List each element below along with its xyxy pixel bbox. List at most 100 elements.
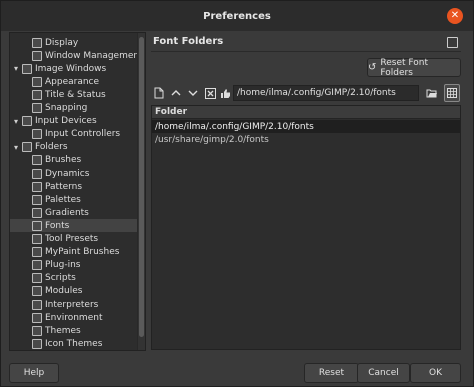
patterns-icon [32, 181, 42, 192]
new-folder-icon [154, 87, 164, 99]
tree-item-label: Patterns [45, 181, 83, 192]
tree-item-brushes[interactable]: Brushes [10, 154, 138, 167]
input-devices-icon [22, 116, 32, 127]
close-button[interactable]: ✕ [447, 8, 463, 24]
tree-item-label: Scripts [45, 273, 76, 284]
move-down-icon [188, 90, 198, 96]
tree-item-interpreters[interactable]: Interpreters [10, 298, 138, 311]
appearance-icon [32, 76, 42, 87]
window-management-icon [32, 50, 42, 61]
reset-button[interactable]: Reset [304, 363, 359, 383]
tree-item-label: Title & Status [45, 89, 106, 100]
tree-item-folders[interactable]: ▾ Folders [10, 141, 138, 154]
tree-item-label: Input Controllers [45, 129, 121, 140]
tree-scrollbar[interactable] [137, 33, 145, 350]
tree-item-icon-themes[interactable]: Icon Themes [10, 337, 138, 350]
list-item[interactable]: /usr/share/gimp/2.0/fonts [152, 133, 460, 146]
folder-column-header[interactable]: Folder [152, 106, 460, 119]
tree-item-label: Input Devices [35, 116, 97, 127]
tree-item-mypaint-brushes[interactable]: MyPaint Brushes [10, 246, 138, 259]
folder-list[interactable]: Folder /home/ilma/.config/GIMP/2.10/font… [151, 105, 461, 350]
tree-item-label: Interpreters [45, 299, 99, 310]
plug-ins-icon [32, 260, 42, 271]
grid-view-button[interactable] [444, 84, 460, 102]
page-title: Font Folders [153, 36, 224, 47]
folder-path-text: /home/ilma/.config/GIMP/2.10/fonts [155, 121, 314, 132]
tree-item-label: Snapping [45, 103, 88, 113]
tree-item-display[interactable]: Display [10, 36, 138, 49]
tool-presets-icon [32, 234, 42, 244]
tree-item-plug-ins[interactable]: Plug-ins [10, 259, 138, 272]
tree-item-label: Folders [35, 142, 68, 153]
folder-column-header-label: Folder [155, 107, 188, 117]
tree-item-input-controllers[interactable]: Input Controllers [10, 128, 138, 141]
preferences-window: Preferences ✕ Display Window Management ▾ I… [0, 0, 474, 387]
tree-item-snapping[interactable]: Snapping [10, 102, 138, 115]
reset-label: Reset [318, 368, 345, 378]
list-item[interactable]: /home/ilma/.config/GIMP/2.10/fonts [152, 120, 460, 133]
tree-item-label: Modules [45, 286, 83, 297]
delete-icon [204, 87, 216, 99]
new-folder-button[interactable] [151, 84, 167, 102]
expander-icon[interactable]: ▾ [12, 117, 20, 126]
tree-item-dynamics[interactable]: Dynamics [10, 167, 138, 180]
tree-item-label: Window Management [45, 50, 143, 61]
modules-icon [32, 286, 42, 297]
folder-path-text: /usr/share/gimp/2.0/fonts [155, 134, 269, 145]
browse-folder-button[interactable] [424, 84, 440, 102]
tree-item-gradients[interactable]: Gradients [10, 206, 138, 219]
tree-item-palettes[interactable]: Palettes [10, 193, 138, 206]
icon-themes-icon [32, 338, 42, 349]
tree-item-fonts[interactable]: Fonts [10, 219, 138, 233]
font-folders-icon [447, 37, 458, 48]
expander-icon[interactable]: ▾ [12, 143, 20, 152]
tree-item-label: Plug-ins [45, 260, 81, 271]
tree-item-patterns[interactable]: Patterns [10, 180, 138, 193]
titlebar: Preferences ✕ [1, 1, 473, 31]
tree-item-tool-presets[interactable]: Tool Presets [10, 233, 138, 246]
gradients-icon [32, 207, 42, 218]
divider [151, 51, 461, 52]
tree-item-themes[interactable]: Themes [10, 324, 138, 337]
tree-item-scripts[interactable]: Scripts [10, 272, 138, 285]
help-button[interactable]: Help [9, 363, 59, 383]
input-controllers-icon [32, 129, 42, 140]
tree-item-label: Gradients [45, 207, 89, 218]
fonts-icon [32, 220, 42, 231]
tree-item-label: Display [45, 37, 79, 48]
tree-item-image-windows[interactable]: ▾ Image Windows [10, 62, 138, 75]
tree-item-input-devices[interactable]: ▾ Input Devices [10, 115, 138, 128]
preferences-tree[interactable]: Display Window Management ▾ Image Windows Ap… [9, 32, 146, 351]
writable-toggle[interactable] [217, 84, 233, 102]
interpreters-icon [32, 299, 42, 310]
tree-item-label: Tool Presets [45, 234, 99, 244]
tree-item-environment[interactable]: Environment [10, 311, 138, 324]
tree-item-appearance[interactable]: Appearance [10, 75, 138, 88]
display-icon [32, 37, 42, 48]
cancel-button[interactable]: Cancel [357, 363, 410, 383]
folder-path-input[interactable]: /home/ilma/.config/GIMP/2.10/fonts [233, 85, 419, 101]
tree-item-label: Environment [45, 312, 103, 323]
grid-view-icon [447, 88, 457, 98]
help-label: Help [23, 368, 45, 378]
window-title: Preferences [203, 10, 271, 22]
close-icon: ✕ [450, 10, 460, 21]
ok-button[interactable]: OK [410, 363, 461, 383]
tree-item-modules[interactable]: Modules [10, 285, 138, 298]
reset-font-folders-button[interactable]: ↺ Reset Font Folders [367, 57, 461, 78]
tree-item-window-management[interactable]: Window Management [10, 49, 143, 62]
tree-item-label: Brushes [45, 155, 82, 166]
tree-item-label: Icon Themes [45, 338, 103, 349]
scripts-icon [32, 273, 42, 284]
snapping-icon [32, 103, 42, 113]
reset-font-folders-label: Reset Font Folders [380, 57, 428, 78]
tree-scroll-thumb[interactable] [139, 37, 144, 337]
tree-item-title-status[interactable]: Title & Status [10, 88, 138, 101]
move-down-button[interactable] [185, 84, 201, 102]
move-up-button[interactable] [168, 84, 184, 102]
delete-folder-button[interactable] [202, 84, 218, 102]
mypaint-brushes-icon [32, 247, 42, 258]
cancel-label: Cancel [368, 368, 399, 378]
expander-icon[interactable]: ▾ [12, 64, 20, 73]
dynamics-icon [32, 168, 42, 179]
